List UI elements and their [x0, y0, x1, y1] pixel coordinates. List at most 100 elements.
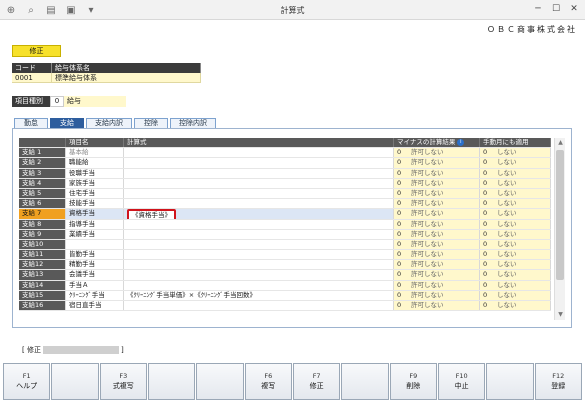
table-row[interactable]: 支給 6 技能手当 0 許可しない 0 しない — [19, 199, 551, 210]
table-row[interactable]: 支給 5 住宅手当 0 許可しない 0 しない — [19, 188, 551, 200]
row-item-name[interactable]: 指導手当 — [66, 219, 124, 229]
minimize-icon[interactable]: ─ — [531, 2, 545, 16]
tab-deduction[interactable]: 控除 — [134, 118, 168, 128]
row-formula[interactable] — [124, 239, 394, 250]
row-code[interactable]: 支給 7 — [19, 209, 66, 219]
row-minus-result[interactable]: 0 許可しない — [394, 219, 480, 229]
row-manual-apply[interactable]: 0 しない — [480, 158, 551, 168]
table-row[interactable]: 支給 1 基本給 0 許可しない 0 しない — [19, 148, 551, 159]
row-item-name[interactable]: 役職手当 — [66, 168, 124, 178]
row-code[interactable]: 支給 4 — [19, 178, 66, 188]
row-formula[interactable] — [124, 168, 394, 178]
function-key-empty[interactable] — [486, 363, 534, 400]
row-minus-result[interactable]: 0 許可しない — [394, 199, 480, 209]
row-formula[interactable] — [124, 229, 394, 239]
close-icon[interactable]: ✕ — [567, 2, 581, 16]
row-manual-apply[interactable]: 0 しない — [480, 148, 551, 158]
vertical-scrollbar[interactable]: ▲ ▼ — [554, 138, 565, 320]
table-row[interactable]: 支給16 宿日直手当 0 許可しない 0 しない — [19, 301, 551, 312]
table-row[interactable]: 支給 4 家族手当 0 許可しない 0 しない — [19, 178, 551, 189]
table-row[interactable]: 支給15 ｸﾘｰﾆﾝｸﾞ手当 《ｸﾘｰﾆﾝｸﾞ手当単価》×《ｸﾘｰﾆﾝｸﾞ手当回数》… — [19, 290, 551, 301]
row-minus-result[interactable]: 0 許可しない — [394, 270, 480, 280]
scroll-up-icon[interactable]: ▲ — [555, 138, 566, 148]
row-formula[interactable] — [124, 178, 394, 188]
row-code[interactable]: 支給 1 — [19, 148, 66, 158]
table-row[interactable]: 支給12 精勤手当 0 許可しない 0 しない — [19, 260, 551, 271]
function-key-f6[interactable]: F6 複写 — [244, 363, 292, 400]
tab-payment[interactable]: 支給 — [50, 118, 84, 128]
row-formula[interactable] — [124, 158, 394, 168]
item-kind-number[interactable]: 0 — [50, 96, 64, 107]
row-manual-apply[interactable]: 0 しない — [480, 290, 551, 300]
row-manual-apply[interactable]: 0 しない — [480, 250, 551, 260]
table-row[interactable]: 支給 2 職能給 0 許可しない 0 しない — [19, 158, 551, 169]
row-code[interactable]: 支給14 — [19, 280, 66, 290]
row-manual-apply[interactable]: 0 しない — [480, 168, 551, 178]
row-item-name[interactable]: 職能給 — [66, 158, 124, 168]
row-formula[interactable]: 《資格手当》 — [124, 209, 394, 219]
row-minus-result[interactable]: 0 許可しない — [394, 229, 480, 239]
row-item-name[interactable]: 技能手当 — [66, 199, 124, 209]
table-row[interactable]: 支給 3 役職手当 0 許可しない 0 しない — [19, 168, 551, 179]
row-item-name[interactable]: 精勤手当 — [66, 260, 124, 270]
row-code[interactable]: 支給 6 — [19, 199, 66, 209]
row-code[interactable]: 支給12 — [19, 260, 66, 270]
row-code[interactable]: 支給 3 — [19, 168, 66, 178]
row-formula[interactable] — [124, 250, 394, 260]
table-row[interactable]: 支給11 皆勤手当 0 許可しない 0 しない — [19, 250, 551, 261]
table-row[interactable]: 支給 7 資格手当 《資格手当》 0 許可しない 0 しない — [19, 209, 551, 220]
function-key-empty[interactable] — [147, 363, 196, 400]
row-manual-apply[interactable]: 0 しない — [480, 188, 551, 199]
row-formula[interactable] — [124, 199, 394, 209]
row-minus-result[interactable]: 0 許可しない — [394, 239, 480, 250]
row-manual-apply[interactable]: 0 しない — [480, 209, 551, 219]
row-manual-apply[interactable]: 0 しない — [480, 270, 551, 280]
row-manual-apply[interactable]: 0 しない — [480, 219, 551, 229]
row-item-name[interactable]: ｸﾘｰﾆﾝｸﾞ手当 — [66, 290, 124, 300]
function-key-empty[interactable] — [341, 363, 389, 400]
row-formula[interactable] — [124, 219, 394, 229]
row-item-name[interactable]: 皆勤手当 — [66, 250, 124, 260]
row-code[interactable]: 支給15 — [19, 290, 66, 300]
row-manual-apply[interactable]: 0 しない — [480, 301, 551, 311]
info-icon[interactable]: i — [457, 138, 465, 146]
tab-deduction-breakdown[interactable]: 控除内訳 — [170, 118, 216, 128]
row-manual-apply[interactable]: 0 しない — [480, 239, 551, 250]
row-code[interactable]: 支給 2 — [19, 158, 66, 168]
row-item-name[interactable]: 家族手当 — [66, 178, 124, 188]
row-manual-apply[interactable]: 0 しない — [480, 229, 551, 239]
scroll-down-icon[interactable]: ▼ — [555, 310, 566, 320]
row-formula[interactable]: 《ｸﾘｰﾆﾝｸﾞ手当単価》×《ｸﾘｰﾆﾝｸﾞ手当回数》 — [124, 290, 394, 300]
table-row[interactable]: 支給 8 指導手当 0 許可しない 0 しない — [19, 219, 551, 230]
row-minus-result[interactable]: 0 許可しない — [394, 178, 480, 188]
tab-payment-breakdown[interactable]: 支給内訳 — [86, 118, 132, 128]
tab-attendance[interactable]: 勤怠 — [14, 118, 48, 128]
row-manual-apply[interactable]: 0 しない — [480, 260, 551, 270]
row-formula[interactable] — [124, 280, 394, 290]
row-minus-result[interactable]: 0 許可しない — [394, 158, 480, 168]
maximize-icon[interactable]: ☐ — [549, 2, 563, 16]
row-minus-result[interactable]: 0 許可しない — [394, 250, 480, 260]
row-minus-result[interactable]: 0 許可しない — [394, 290, 480, 300]
row-manual-apply[interactable]: 0 しない — [480, 280, 551, 290]
row-item-name[interactable]: 会議手当 — [66, 270, 124, 280]
row-minus-result[interactable]: 0 許可しない — [394, 301, 480, 311]
row-minus-result[interactable]: 0 許可しない — [394, 209, 480, 219]
function-key-f9[interactable]: F9 削除 — [389, 363, 437, 400]
function-key-f12[interactable]: F12 登録 — [534, 363, 582, 400]
row-formula[interactable] — [124, 188, 394, 199]
row-item-name[interactable]: 基本給 — [66, 148, 124, 158]
row-code[interactable]: 支給 5 — [19, 188, 66, 199]
row-code[interactable]: 支給13 — [19, 270, 66, 280]
row-item-name[interactable]: 住宅手当 — [66, 188, 124, 199]
row-item-name[interactable]: 資格手当 — [66, 209, 124, 219]
row-minus-result[interactable]: 0 許可しない — [394, 260, 480, 270]
table-row[interactable]: 支給10 0 許可しない 0 しない — [19, 239, 551, 251]
function-key-f7[interactable]: F7 修正 — [292, 363, 341, 400]
function-key-empty[interactable] — [51, 363, 99, 400]
row-item-name[interactable]: 業績手当 — [66, 229, 124, 239]
row-item-name[interactable]: 宿日直手当 — [66, 301, 124, 311]
row-code[interactable]: 支給 8 — [19, 219, 66, 229]
row-minus-result[interactable]: 0 許可しない — [394, 168, 480, 178]
row-formula[interactable] — [124, 148, 394, 158]
